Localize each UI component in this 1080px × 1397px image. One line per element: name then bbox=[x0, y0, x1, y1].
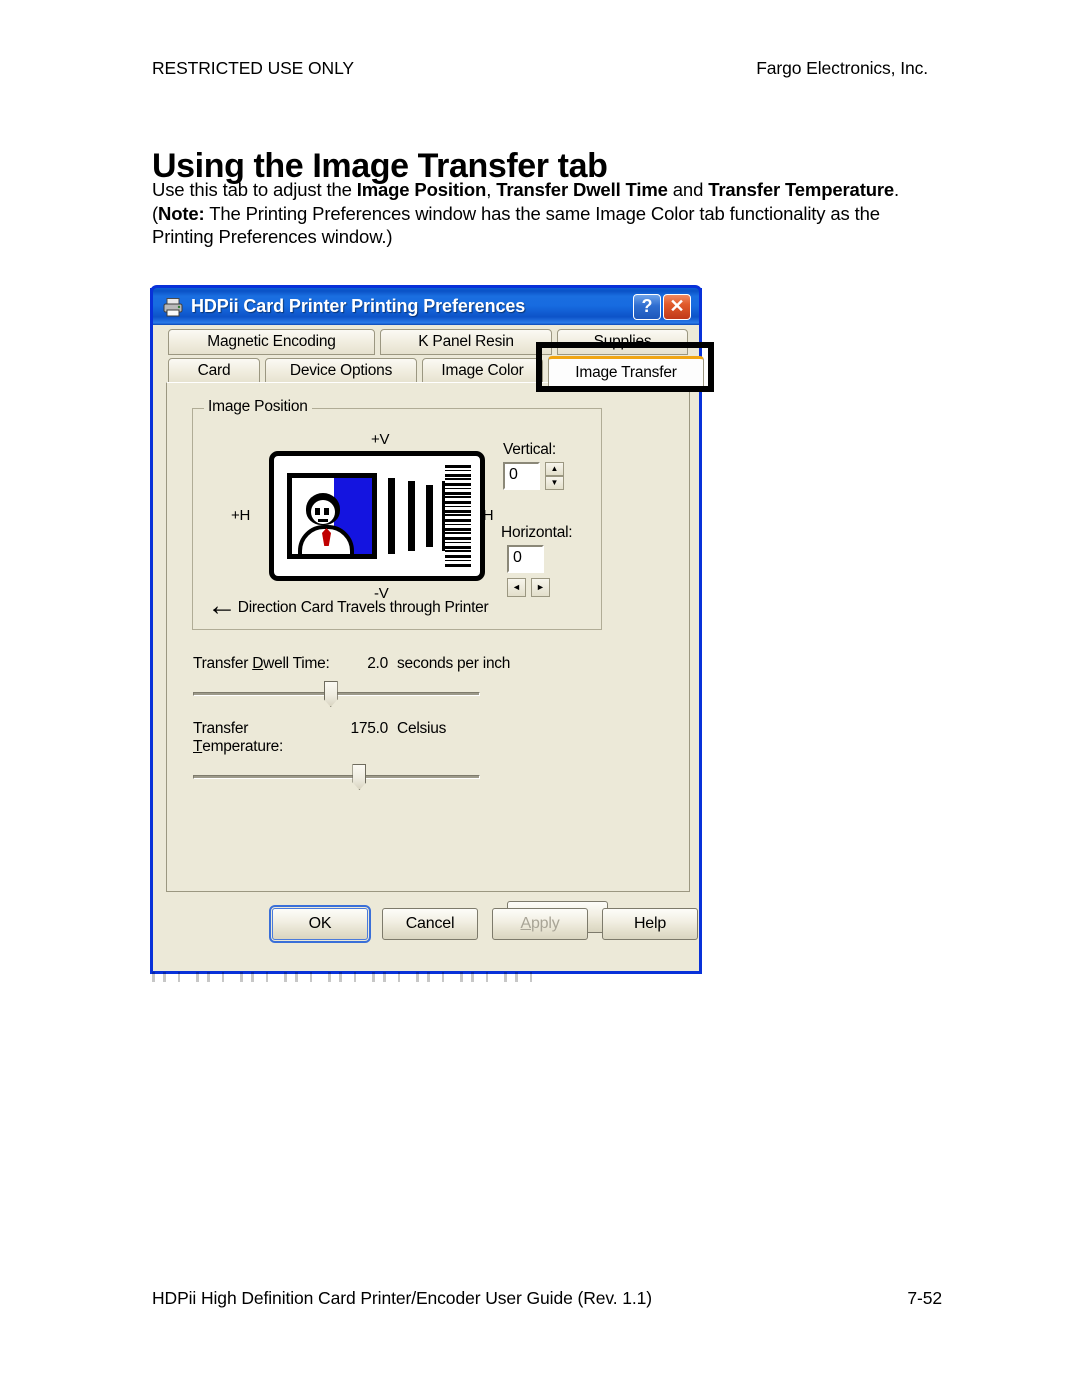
vertical-up-icon[interactable]: ▲ bbox=[545, 462, 564, 476]
printing-preferences-dialog: HDPii Card Printer Printing Preferences … bbox=[150, 285, 714, 974]
tab-magnetic-encoding[interactable]: Magnetic Encoding bbox=[168, 329, 375, 355]
printer-icon bbox=[162, 297, 184, 317]
tab-k-panel-resin[interactable]: K Panel Resin bbox=[380, 329, 552, 355]
intro-bold-note: Note: bbox=[158, 202, 205, 224]
vertical-label: Vertical: bbox=[503, 441, 556, 458]
page-footer: HDPii High Definition Card Printer/Encod… bbox=[152, 1288, 942, 1309]
transfer-dwell-time-block: Transfer Dwell Time: 2.0 seconds per inc… bbox=[193, 655, 510, 708]
intro-bold-dwell-time: Transfer Dwell Time bbox=[496, 179, 668, 200]
help-titlebar-button[interactable]: ? bbox=[633, 293, 661, 320]
tab-card[interactable]: Card bbox=[168, 358, 260, 384]
ok-button[interactable]: OK bbox=[269, 905, 371, 943]
temperature-track[interactable] bbox=[193, 775, 480, 779]
photo-eye-left bbox=[315, 508, 320, 515]
dialog-titlebar[interactable]: HDPii Card Printer Printing Preferences … bbox=[150, 285, 702, 325]
intro-text-5: The Printing Preferences window has the … bbox=[152, 202, 880, 248]
horizontal-left-icon[interactable]: ◄ bbox=[507, 578, 526, 597]
apply-button[interactable]: Apply bbox=[492, 908, 588, 940]
direction-note-text: Direction Card Travels through Printer bbox=[237, 599, 489, 616]
intro-paragraph: Use this tab to adjust the Image Positio… bbox=[152, 178, 934, 249]
intro-text-1: Use this tab to adjust the bbox=[152, 179, 357, 200]
horizontal-label: Horizontal: bbox=[501, 524, 573, 541]
page-header: RESTRICTED USE ONLY Fargo Electronics, I… bbox=[152, 58, 928, 79]
intro-bold-temperature: Transfer Temperature bbox=[708, 179, 895, 200]
photo-mouth bbox=[318, 519, 328, 522]
vertical-down-icon[interactable]: ▼ bbox=[545, 476, 564, 490]
tab-device-options[interactable]: Device Options bbox=[265, 358, 417, 384]
header-left-text: RESTRICTED USE ONLY bbox=[152, 58, 354, 78]
header-right-text: Fargo Electronics, Inc. bbox=[756, 58, 928, 78]
dwell-time-value: 2.0 bbox=[367, 655, 388, 672]
intro-text-2: , bbox=[486, 179, 497, 200]
axis-label-plus-h: +H bbox=[231, 507, 251, 524]
intro-text-3: and bbox=[667, 179, 709, 200]
horizontal-spinner: ◄ ► bbox=[507, 578, 572, 597]
horizontal-offset-group: Horizontal: 0 ◄ ► bbox=[501, 524, 573, 597]
temperature-slider[interactable] bbox=[193, 764, 480, 791]
help-button[interactable]: Help bbox=[602, 908, 698, 940]
horizontal-input[interactable]: 0 bbox=[507, 545, 544, 573]
left-arrow-icon: ← bbox=[207, 589, 237, 622]
vertical-offset-group: Vertical: 0 ▲ ▼ bbox=[503, 441, 564, 490]
close-icon[interactable]: ✕ bbox=[663, 293, 691, 320]
tab-image-transfer[interactable]: Image Transfer bbox=[548, 356, 704, 387]
photo-eye-right bbox=[324, 508, 329, 515]
temperature-value: 175.0 bbox=[350, 720, 388, 737]
tab-supplies[interactable]: Supplies bbox=[557, 329, 688, 355]
card-text-bar bbox=[388, 478, 395, 554]
transfer-temperature-block: Transfer Temperature: 175.0 Celsius bbox=[193, 720, 480, 791]
tab-image-color[interactable]: Image Color bbox=[422, 358, 543, 384]
footer-right-page-number: 7-52 bbox=[907, 1288, 942, 1308]
vertical-spinner: ▲ ▼ bbox=[545, 462, 564, 490]
image-position-groupbox: Image Position +V -V +H -H ← Direction C… bbox=[192, 398, 602, 630]
dwell-time-label: Transfer Dwell Time: bbox=[193, 655, 330, 672]
dwell-time-slider[interactable] bbox=[193, 681, 480, 708]
scan-artifact bbox=[152, 972, 532, 982]
temperature-label: Transfer Temperature: bbox=[193, 720, 284, 755]
card-barcode bbox=[445, 465, 471, 567]
cancel-button[interactable]: Cancel bbox=[382, 908, 478, 940]
vertical-input[interactable]: 0 bbox=[503, 462, 540, 490]
dialog-title: HDPii Card Printer Printing Preferences bbox=[191, 296, 526, 316]
image-position-legend: Image Position bbox=[204, 398, 312, 416]
axis-label-plus-v: +V bbox=[371, 431, 390, 448]
horizontal-right-icon[interactable]: ► bbox=[531, 578, 550, 597]
card-photo bbox=[287, 473, 377, 559]
dialog-button-row: OK Cancel Apply Help bbox=[153, 905, 699, 943]
temperature-thumb[interactable] bbox=[352, 764, 367, 790]
card-preview-image bbox=[269, 451, 485, 581]
footer-left-text: HDPii High Definition Card Printer/Encod… bbox=[152, 1288, 652, 1308]
image-transfer-panel: Image Position +V -V +H -H ← Direction C… bbox=[166, 382, 690, 933]
card-text-bar bbox=[426, 485, 433, 547]
temperature-unit: Celsius bbox=[397, 720, 447, 737]
card-direction-note: ← Direction Card Travels through Printer bbox=[207, 589, 489, 622]
card-text-bar bbox=[408, 481, 415, 551]
intro-bold-image-position: Image Position bbox=[356, 179, 487, 200]
dwell-time-thumb[interactable] bbox=[323, 681, 338, 707]
dwell-time-unit: seconds per inch bbox=[397, 655, 511, 672]
